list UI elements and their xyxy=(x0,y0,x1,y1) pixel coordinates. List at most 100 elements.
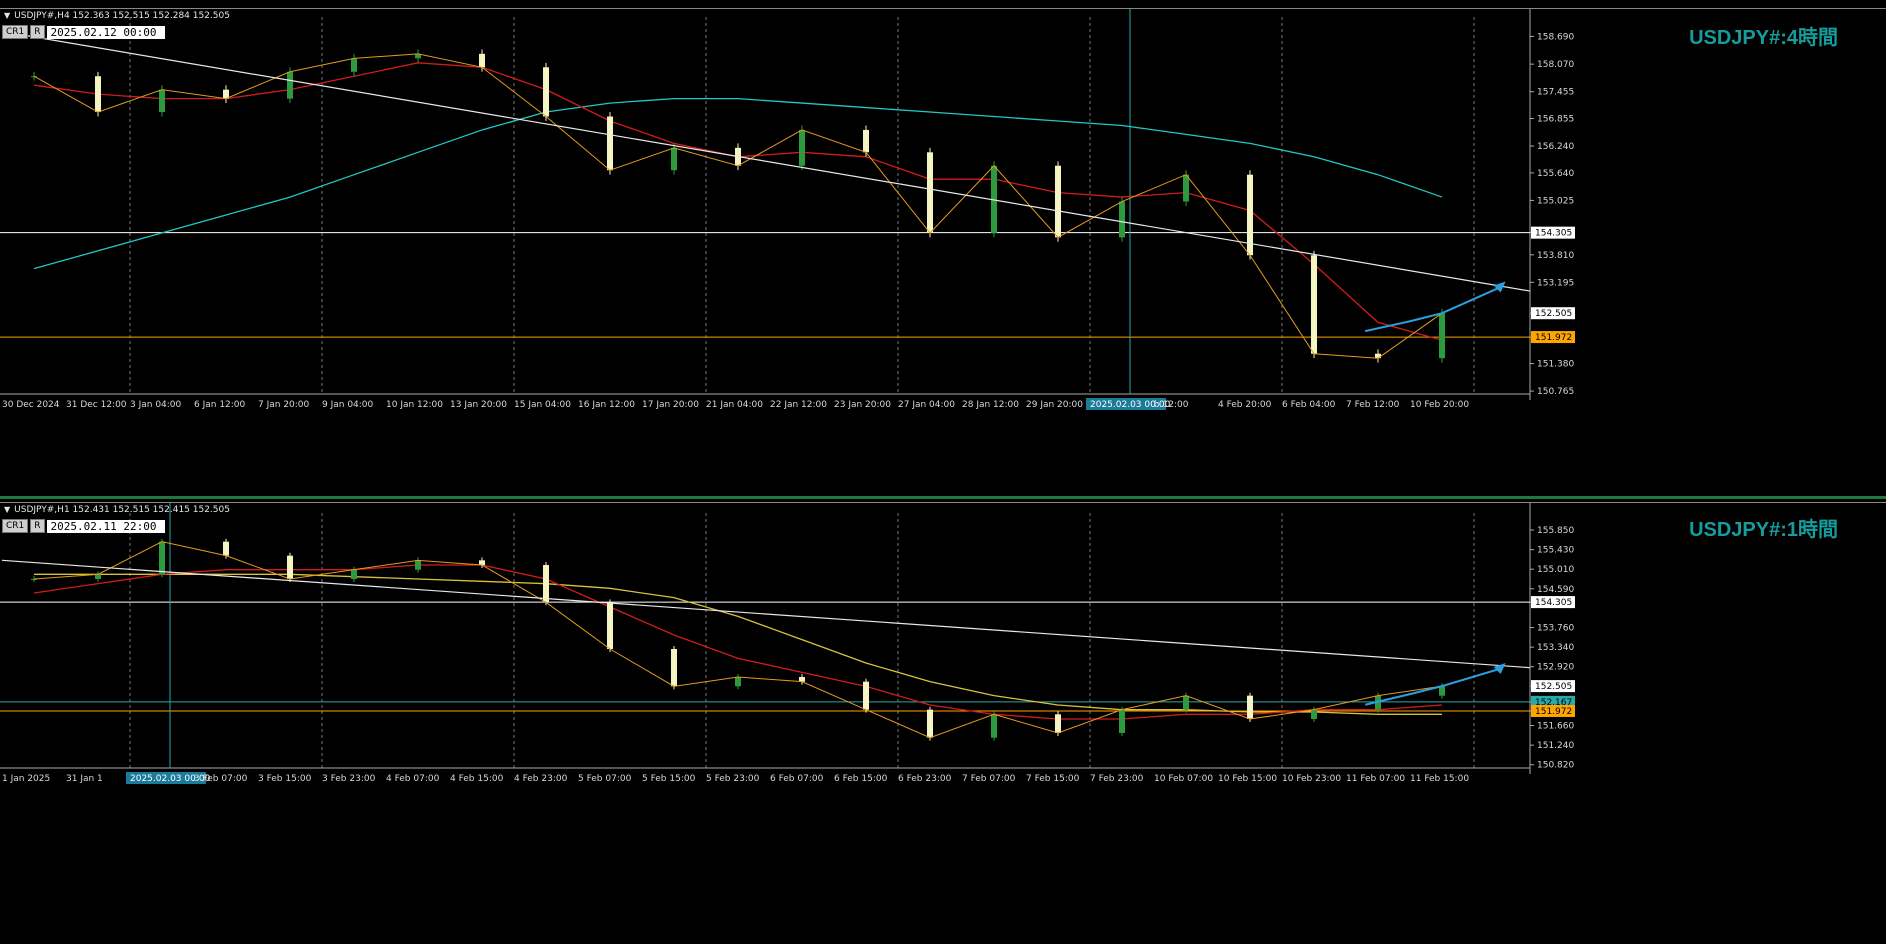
h1-r-button[interactable]: R xyxy=(30,519,45,533)
zigzag-line xyxy=(33,53,1443,359)
price-tick-label: 155.430 xyxy=(1537,546,1574,556)
ma-cyan-line xyxy=(33,97,1443,270)
price-tick-label: 151.240 xyxy=(1537,741,1574,751)
time-axis-label: 10 Feb 23:00 xyxy=(1282,774,1341,784)
time-axis-label: 7 Feb 12:00 xyxy=(1346,400,1400,410)
candle-body xyxy=(735,677,741,687)
level-price-label: 154.305 xyxy=(1535,598,1572,608)
time-axis-label: 30 Dec 2024 xyxy=(2,400,60,410)
candle-body xyxy=(927,709,933,738)
collapse-triangle-icon[interactable]: ▼ xyxy=(4,11,10,20)
candle-body xyxy=(223,541,229,556)
candle-body xyxy=(1311,709,1317,719)
current-price-label: 152.505 xyxy=(1535,309,1572,319)
candle-body xyxy=(607,116,613,171)
candle-body xyxy=(351,58,357,72)
h4-cr1-button[interactable]: CR1 xyxy=(2,25,29,39)
candle-body xyxy=(1119,709,1125,733)
candle-body xyxy=(287,555,293,579)
time-axis-label: 9 Jan 04:00 xyxy=(322,400,374,410)
h4-datetime-input[interactable]: 2025.02.12 00:00 xyxy=(46,25,165,39)
candle-body xyxy=(543,67,549,117)
trend-line xyxy=(1,559,1531,669)
time-axis-label: 7 Feb 07:00 xyxy=(962,774,1016,784)
h4-watermark: USDJPY#:4時間 xyxy=(1689,27,1838,49)
price-tick-label: 156.855 xyxy=(1537,115,1574,125)
time-axis-label: 4 Feb 20:00 xyxy=(1218,400,1272,410)
time-axis-label: 6 Feb 07:00 xyxy=(770,774,824,784)
candle-body xyxy=(95,574,101,579)
candle-body xyxy=(351,569,357,579)
candle-body xyxy=(1183,695,1189,710)
price-tick-label: 153.810 xyxy=(1537,251,1574,261)
price-tick-label: 155.640 xyxy=(1537,169,1574,179)
time-axis-label: 10 Feb 15:00 xyxy=(1218,774,1277,784)
h1-datetime-input[interactable]: 2025.02.11 22:00 xyxy=(46,519,165,533)
ma-yellow-line xyxy=(34,573,1442,715)
time-axis-label: 7 Feb 23:00 xyxy=(1090,774,1144,784)
time-axis-label: 16 Jan 12:00 xyxy=(578,400,635,410)
time-axis-label: 6 Feb 15:00 xyxy=(834,774,888,784)
h1-cr1-button[interactable]: CR1 xyxy=(2,519,29,533)
trend-line xyxy=(1,30,1531,292)
candle-body xyxy=(671,649,677,687)
candle-body xyxy=(159,541,165,575)
time-axis-label: 11 Feb 07:00 xyxy=(1346,774,1405,784)
candle-body xyxy=(479,560,485,565)
price-tick-label: 158.070 xyxy=(1537,60,1574,70)
level-price-label: 151.972 xyxy=(1535,707,1572,717)
time-axis-label: b 12:00 xyxy=(1154,400,1189,410)
time-axis-label: 6 Feb 23:00 xyxy=(898,774,952,784)
candle-body xyxy=(415,560,421,570)
candle-body xyxy=(863,129,869,153)
time-axis-label: 27 Jan 04:00 xyxy=(898,400,955,410)
h1-watermark: USDJPY#:1時間 xyxy=(1689,519,1838,541)
time-axis-label: 10 Feb 20:00 xyxy=(1410,400,1469,410)
level-price-label: 154.305 xyxy=(1535,229,1572,239)
time-axis-label: 10 Feb 07:00 xyxy=(1154,774,1213,784)
candle-body xyxy=(1055,165,1061,238)
candle-body xyxy=(1183,174,1189,202)
h1-toolbar: CR1 R 2025.02.11 22:00 xyxy=(2,519,165,533)
time-axis-label: 5 Feb 15:00 xyxy=(642,774,696,784)
time-axis-label: 6 Feb 04:00 xyxy=(1282,400,1336,410)
time-axis-label: 15 Jan 04:00 xyxy=(514,400,571,410)
h4-r-button[interactable]: R xyxy=(30,25,45,39)
time-axis-label: 6 Jan 12:00 xyxy=(194,400,246,410)
time-axis-label: 3 Feb 15:00 xyxy=(258,774,312,784)
candle-body xyxy=(607,602,613,649)
ma-red-line xyxy=(33,62,1443,341)
candle-body xyxy=(991,714,997,738)
level-price-label: 151.972 xyxy=(1535,333,1572,343)
price-tick-label: 150.820 xyxy=(1537,761,1574,771)
candle-body xyxy=(95,76,101,113)
candle-body xyxy=(1375,353,1381,359)
time-axis-label: 3 Feb 07:00 xyxy=(194,774,248,784)
pane-splitter[interactable] xyxy=(0,496,1886,499)
time-axis-label: 10 Jan 12:00 xyxy=(386,400,443,410)
candle-body xyxy=(1055,714,1061,733)
time-axis-label: 21 Jan 04:00 xyxy=(706,400,763,410)
h1-chart-canvas[interactable]: 155.850 155.430 155.010 154.590 154.305 153.7… xyxy=(0,503,1886,944)
h4-chart-canvas[interactable]: 158.690 158.070 157.455 156.855 156.240 155.6… xyxy=(0,9,1886,481)
collapse-triangle-icon[interactable]: ▼ xyxy=(4,505,10,514)
time-axis-label: 29 Jan 20:00 xyxy=(1026,400,1083,410)
time-axis-label: 5 Feb 23:00 xyxy=(706,774,760,784)
price-tick-label: 157.455 xyxy=(1537,88,1574,98)
time-axis-label: 4 Feb 23:00 xyxy=(514,774,568,784)
time-axis-label: 13 Jan 20:00 xyxy=(450,400,507,410)
price-tick-label: 158.690 xyxy=(1537,32,1574,42)
time-axis-label: 3 Jan 04:00 xyxy=(130,400,182,410)
h4-symbol-header: ▼ USDJPY#,H4 152.363 152.515 152.284 152.… xyxy=(4,11,230,21)
h4-chart-pane[interactable]: 158.690 158.070 157.455 156.855 156.240 155.6… xyxy=(0,8,1886,481)
time-axis-label: 11 Feb 15:00 xyxy=(1410,774,1469,784)
price-tick-label: 154.590 xyxy=(1537,585,1574,595)
h1-chart-pane[interactable]: 155.850 155.430 155.010 154.590 154.305 153.7… xyxy=(0,502,1886,944)
price-tick-label: 152.920 xyxy=(1537,663,1574,673)
price-tick-label: 151.380 xyxy=(1537,360,1574,370)
time-axis-label: 23 Jan 20:00 xyxy=(834,400,891,410)
time-axis-label: 7 Feb 15:00 xyxy=(1026,774,1080,784)
price-tick-label: 155.010 xyxy=(1537,565,1574,575)
current-price-label: 152.505 xyxy=(1535,682,1572,692)
time-axis-label: 28 Jan 12:00 xyxy=(962,400,1019,410)
